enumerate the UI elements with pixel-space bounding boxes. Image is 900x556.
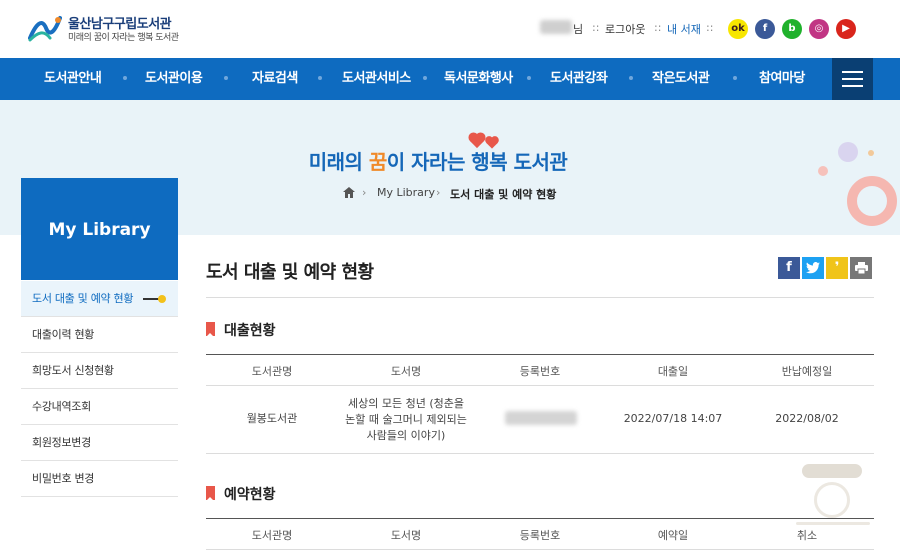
res-col-library: 도서관명 [251, 529, 293, 542]
decoration [847, 176, 897, 226]
loan-book-title-line3: 사람들의 이야기) [366, 429, 446, 442]
logo-slogan: 미래의 꿈이 자라는 행복 도서관 [68, 33, 179, 43]
bookmark-icon [206, 322, 215, 337]
nav-item-small-library[interactable]: 작은도서관 [652, 58, 710, 100]
loan-section-title: 대출현황 [224, 323, 276, 339]
decoration [868, 150, 874, 156]
share-kakaostory-icon[interactable]: ❜ [826, 257, 848, 279]
kakaotalk-glyph: ok [731, 23, 745, 34]
sidebar-header: My Library [21, 178, 178, 280]
home-icon[interactable] [343, 187, 355, 198]
sidebar-item-password[interactable]: 비밀번호 변경 [21, 461, 178, 497]
banner-title: 미래의 꿈이 자라는 행복 도서관 [308, 150, 568, 174]
nav-separator [629, 76, 633, 80]
loan-due-date: 2022/08/02 [775, 412, 839, 425]
breadcrumb-my-library[interactable]: My Library [377, 186, 435, 199]
nav-separator [318, 76, 322, 80]
table-header-divider [206, 549, 874, 550]
sidebar-item-loan-history[interactable]: 대출이력 현황 [21, 317, 178, 353]
user-name-masked [540, 20, 572, 34]
sidebar-item-label: 도서 대출 및 예약 현황 [32, 292, 134, 305]
nav-item-participation[interactable]: 참여마당 [759, 58, 805, 100]
nav-separator [733, 76, 737, 80]
district-watermark-logo [788, 460, 878, 540]
menu-icon[interactable] [832, 58, 873, 100]
youtube-icon[interactable]: ▶ [836, 19, 856, 39]
nav-item-services[interactable]: 도서관서비스 [342, 58, 411, 100]
logout-link[interactable]: 로그아웃 [605, 21, 645, 37]
kakaotalk-icon[interactable]: ok [728, 19, 748, 39]
nav-separator [423, 76, 427, 80]
main-nav: 도서관안내 도서관이용 자료검색 도서관서비스 독서문화행사 도서관강좌 작은도… [0, 58, 900, 100]
youtube-glyph: ▶ [842, 23, 850, 34]
loan-book-title-line2: 논할 때 술그머니 제외되는 [345, 413, 467, 426]
nav-item-reading-events[interactable]: 독서문화행사 [444, 58, 513, 100]
loan-col-due-date: 반납예정일 [781, 365, 833, 378]
arrow-dot-icon [158, 295, 166, 303]
loan-col-loan-date: 대출일 [657, 365, 689, 378]
arrow-icon [143, 298, 159, 300]
band-glyph: b [788, 23, 796, 34]
res-col-reserve-date: 예약일 [657, 529, 689, 542]
separator: :: [592, 21, 600, 34]
crumb-separator: › [436, 186, 441, 199]
decoration [838, 142, 858, 162]
sidebar-item-courses[interactable]: 수강내역조회 [21, 389, 178, 425]
crumb-separator: › [362, 186, 367, 199]
band-icon[interactable]: b [782, 19, 802, 39]
instagram-icon[interactable]: ◎ [809, 19, 829, 39]
decoration [818, 166, 828, 176]
print-icon[interactable] [850, 257, 872, 279]
instagram-glyph: ◎ [814, 23, 824, 34]
sidebar-item-wishlist[interactable]: 희망도서 신청현황 [21, 353, 178, 389]
separator: :: [706, 21, 714, 34]
bookmark-icon [206, 486, 215, 501]
title-divider [206, 297, 874, 298]
facebook-icon[interactable]: f [755, 19, 775, 39]
nav-item-courses[interactable]: 도서관강좌 [550, 58, 608, 100]
table-top-border [206, 354, 874, 355]
nav-separator [123, 76, 127, 80]
share-facebook-icon[interactable]: f [778, 257, 800, 279]
sidebar-item-member-info[interactable]: 회원정보변경 [21, 425, 178, 461]
res-col-reg-no: 등록번호 [519, 529, 561, 542]
nav-item-search[interactable]: 자료검색 [252, 58, 298, 100]
page-title: 도서 대출 및 예약 현황 [206, 262, 374, 283]
sidebar-title: My Library [48, 220, 151, 240]
library-logo[interactable]: 울산남구구립도서관 미래의 꿈이 자라는 행복 도서관 [28, 12, 188, 46]
sidebar-item-loan-status[interactable]: 도서 대출 및 예약 현황 [21, 281, 178, 317]
user-suffix: 님 [573, 23, 584, 36]
table-top-border [206, 518, 874, 519]
logo-mark-icon [28, 16, 62, 42]
nav-item-library-use[interactable]: 도서관이용 [145, 58, 203, 100]
loan-library: 월봉도서관 [246, 412, 298, 425]
my-library-link[interactable]: 내 서재 [667, 21, 701, 37]
nav-separator [224, 76, 228, 80]
loan-col-reg-no: 등록번호 [519, 365, 561, 378]
nav-item-library-info[interactable]: 도서관안내 [44, 58, 102, 100]
loan-col-library: 도서관명 [251, 365, 293, 378]
top-header: 울산남구구립도서관 미래의 꿈이 자라는 행복 도서관 님 :: 로그아웃 ::… [0, 0, 900, 58]
separator: :: [654, 21, 662, 34]
reservation-section-title: 예약현황 [224, 487, 276, 503]
loan-date: 2022/07/18 14:07 [623, 412, 723, 425]
table-header-divider [206, 385, 874, 386]
breadcrumb-current: 도서 대출 및 예약 현황 [450, 188, 557, 201]
loan-book-title-line1: 세상의 모든 청년 (청춘을 [348, 397, 464, 410]
loan-col-title: 도서명 [390, 365, 422, 378]
share-twitter-icon[interactable] [802, 257, 824, 279]
res-col-title: 도서명 [390, 529, 422, 542]
loan-reg-no-masked [505, 411, 577, 425]
facebook-glyph: f [762, 23, 768, 34]
nav-separator [527, 76, 531, 80]
table-bottom-border [206, 453, 874, 454]
